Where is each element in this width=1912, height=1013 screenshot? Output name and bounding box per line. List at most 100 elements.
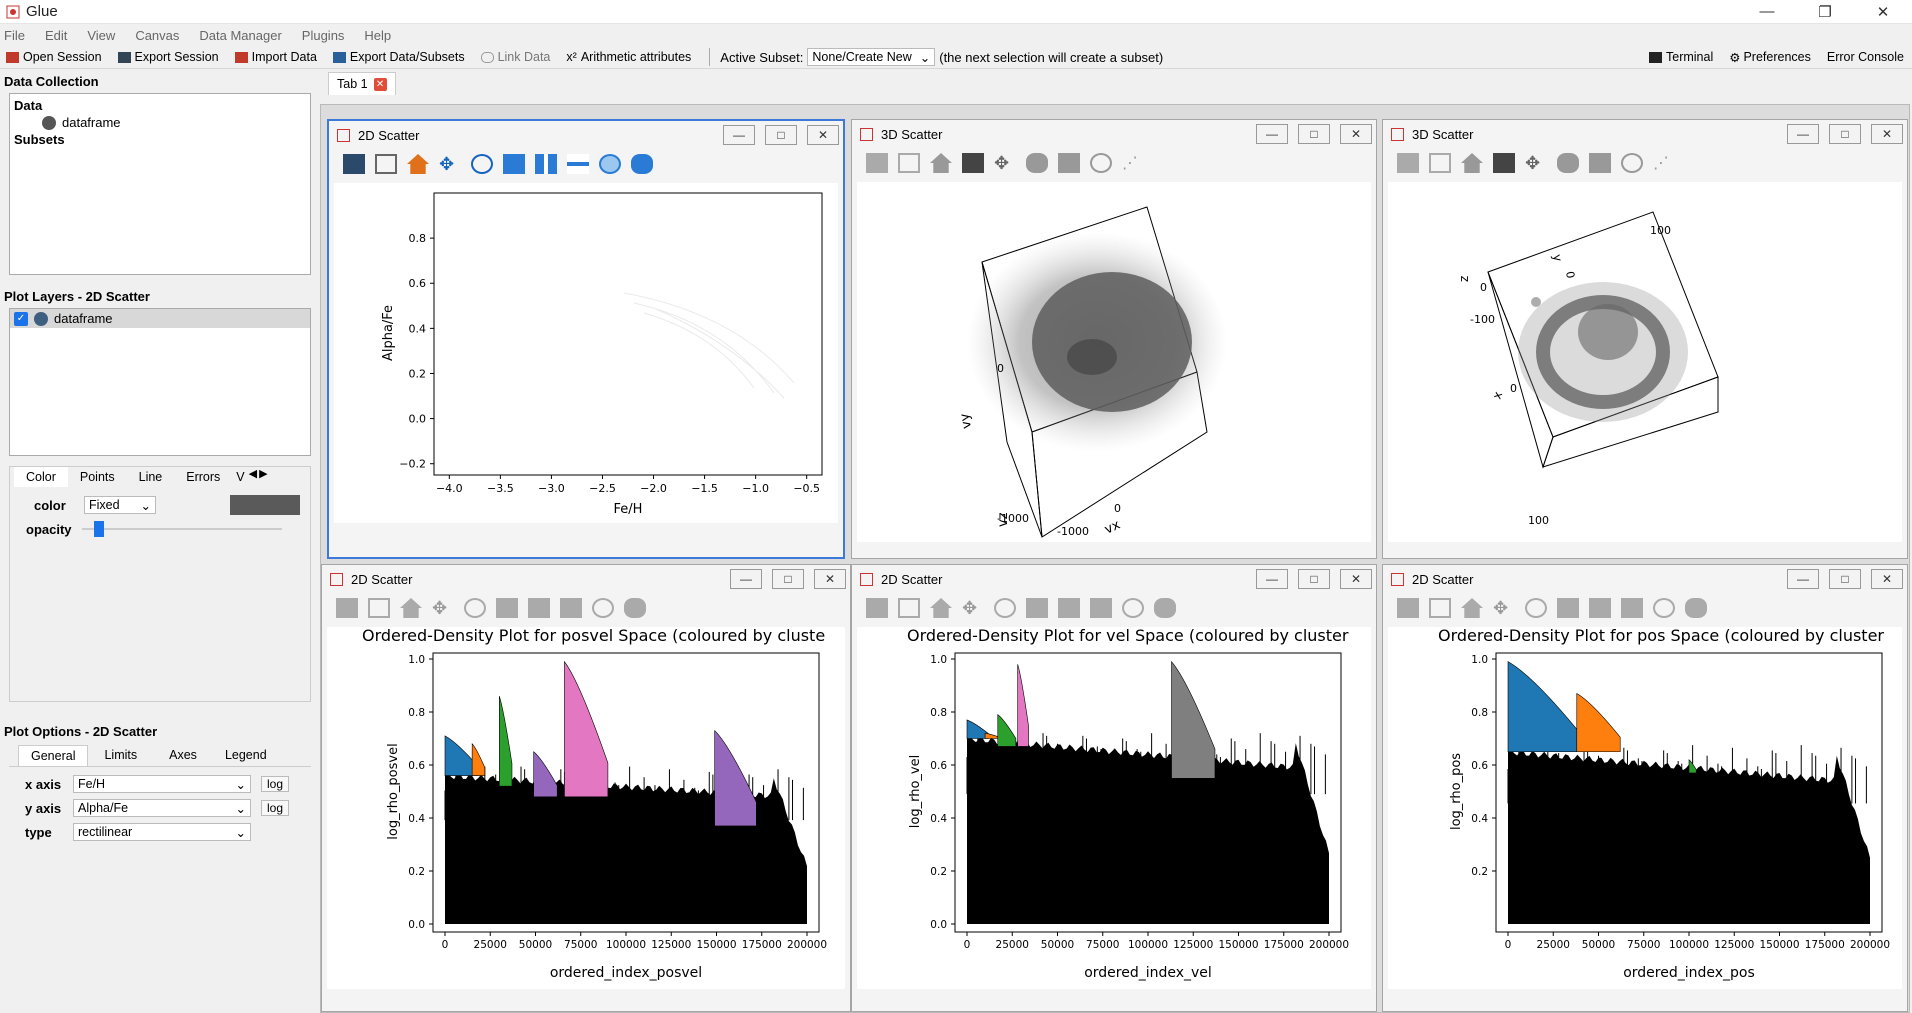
zoom-icon[interactable]	[471, 154, 493, 174]
rect-select-icon[interactable]	[1589, 153, 1611, 173]
home-icon[interactable]	[407, 154, 429, 174]
minimize-button[interactable]: —	[1787, 569, 1819, 589]
home-icon[interactable]	[1461, 153, 1483, 173]
xrange-select-icon[interactable]	[528, 598, 550, 618]
minimize-button[interactable]: —	[1738, 3, 1796, 21]
camera-icon[interactable]	[1493, 153, 1515, 173]
opacity-slider-handle[interactable]	[94, 521, 104, 537]
rect-select-icon[interactable]	[503, 154, 525, 174]
save-icon[interactable]	[336, 598, 358, 618]
circle-select-icon[interactable]	[1122, 598, 1144, 618]
type-select[interactable]: rectilinear ⌄	[73, 823, 251, 841]
point-select-icon[interactable]: ⋰	[1122, 153, 1144, 173]
menu-canvas[interactable]: Canvas	[135, 28, 179, 43]
maximize-button[interactable]: □	[1298, 569, 1330, 589]
alpha-fe-vs-fe-h-plot[interactable]: −4.0 −3.5 −3.0 −2.5 −2.0 −1.5 −1.0 −0.5 −0.2 0.0 0…	[334, 183, 842, 523]
y-axis-select[interactable]: Alpha/Fe ⌄	[73, 799, 251, 817]
maximize-button[interactable]: □	[765, 125, 797, 145]
save-icon[interactable]	[866, 153, 888, 173]
preferences-button[interactable]: ⚙ Preferences	[1729, 50, 1811, 65]
close-button[interactable]: ✕	[1340, 124, 1372, 144]
layers-icon[interactable]	[1429, 153, 1451, 173]
color-swatch[interactable]	[230, 495, 300, 515]
lasso-select-icon[interactable]	[1685, 598, 1707, 618]
pan-icon[interactable]: ✥	[439, 154, 461, 174]
tab-line[interactable]: Line	[127, 467, 175, 487]
zoom-icon[interactable]	[464, 598, 486, 618]
circle-select-icon[interactable]	[592, 598, 614, 618]
menu-view[interactable]: View	[87, 28, 115, 43]
data-collection-tree[interactable]: Data dataframe Subsets	[9, 93, 311, 275]
close-button[interactable]: ✕	[814, 569, 846, 589]
lasso-select-icon[interactable]	[1557, 153, 1579, 173]
ordered-density-plot-1[interactable]: 0 25000 50000 75000 100000 125000 150000 175000…	[327, 626, 847, 989]
circle-select-icon[interactable]	[1621, 153, 1643, 173]
error-console-button[interactable]: Error Console	[1827, 50, 1904, 65]
save-icon[interactable]	[343, 154, 365, 174]
pan-icon[interactable]: ✥	[1493, 598, 1515, 618]
menu-data-manager[interactable]: Data Manager	[199, 28, 281, 43]
save-icon[interactable]	[1397, 598, 1419, 618]
close-button[interactable]: ✕	[1871, 124, 1903, 144]
minimize-button[interactable]: —	[1256, 569, 1288, 589]
xrange-select-icon[interactable]	[1589, 598, 1611, 618]
rect-select-icon[interactable]	[1058, 153, 1080, 173]
circle-select-icon[interactable]	[599, 154, 621, 174]
tab-legend[interactable]: Legend	[213, 745, 279, 766]
x-log-button[interactable]: log	[261, 776, 290, 792]
viewer-3d-scatter-pos[interactable]: 3D Scatter — □ ✕ ✥ ⋰ 100 y 0 z 0 -100 x …	[1382, 119, 1908, 559]
tab-general[interactable]: General	[18, 745, 89, 766]
xrange-select-icon[interactable]	[535, 154, 557, 174]
menu-plugins[interactable]: Plugins	[302, 28, 345, 43]
minimize-button[interactable]: —	[1256, 124, 1288, 144]
circle-select-icon[interactable]	[1090, 153, 1112, 173]
yrange-select-icon[interactable]	[560, 598, 582, 618]
menu-help[interactable]: Help	[364, 28, 391, 43]
3d-scatter-pos-plot[interactable]: 100 y 0 z 0 -100 x 0 100	[1388, 182, 1904, 542]
x-axis-select[interactable]: Fe/H ⌄	[73, 775, 251, 793]
terminal-button[interactable]: Terminal	[1649, 50, 1713, 65]
point-select-icon[interactable]: ⋰	[1653, 153, 1675, 173]
pan-icon[interactable]: ✥	[962, 598, 984, 618]
close-button[interactable]: ✕	[1854, 3, 1912, 21]
tab-errors[interactable]: Errors	[174, 467, 232, 487]
camera-icon[interactable]	[962, 153, 984, 173]
lasso-select-icon[interactable]	[631, 154, 653, 174]
minimize-button[interactable]: —	[1787, 124, 1819, 144]
plot-layers-list[interactable]: ✓ dataframe	[9, 308, 311, 456]
viewer-2d-scatter-1[interactable]: 2D Scatter — □ ✕ ✥ −4.0 −3.5 −3.0 −2.5 −2.0 −1.5…	[327, 119, 845, 559]
close-tab-icon[interactable]: ✕	[373, 77, 387, 91]
import-data-button[interactable]: Import Data	[234, 50, 317, 64]
zoom-icon[interactable]	[1525, 598, 1547, 618]
tab-1[interactable]: Tab 1 ✕	[328, 72, 396, 95]
layers-icon[interactable]	[368, 598, 390, 618]
menu-edit[interactable]: Edit	[45, 28, 67, 43]
opacity-slider[interactable]	[82, 521, 282, 537]
minimize-button[interactable]: —	[723, 125, 755, 145]
export-session-button[interactable]: Export Session	[117, 50, 219, 64]
rect-select-icon[interactable]	[1557, 598, 1579, 618]
minimize-button[interactable]: —	[730, 569, 762, 589]
ordered-density-plot-3[interactable]: 0 25000 50000 75000 100000 125000 150000 175000…	[1388, 626, 1904, 989]
yrange-select-icon[interactable]	[567, 154, 589, 174]
tab-points[interactable]: Points	[68, 467, 127, 487]
rect-select-icon[interactable]	[496, 598, 518, 618]
layer-item[interactable]: ✓ dataframe	[10, 309, 310, 328]
menu-file[interactable]: File	[4, 28, 25, 43]
yrange-select-icon[interactable]	[1090, 598, 1112, 618]
lasso-select-icon[interactable]	[624, 598, 646, 618]
viewer-2d-scatter-posvel[interactable]: 2D Scatter — □ ✕ ✥ 0 25000 50000 75000 100000 12…	[321, 564, 851, 1012]
home-icon[interactable]	[930, 153, 952, 173]
close-button[interactable]: ✕	[1340, 569, 1372, 589]
ordered-density-plot-2[interactable]: 0 25000 50000 75000 100000 125000 150000 175000…	[857, 626, 1373, 989]
home-icon[interactable]	[400, 598, 422, 618]
layers-icon[interactable]	[375, 154, 397, 174]
maximize-button[interactable]: □	[1298, 124, 1330, 144]
maximize-button[interactable]: □	[772, 569, 804, 589]
layers-icon[interactable]	[1429, 598, 1451, 618]
tab-limits[interactable]: Limits	[88, 745, 153, 766]
lasso-select-icon[interactable]	[1026, 153, 1048, 173]
dataset-item[interactable]: dataframe	[42, 115, 306, 130]
home-icon[interactable]	[1461, 598, 1483, 618]
viewer-2d-scatter-pos[interactable]: 2D Scatter — □ ✕ ✥ 0 25000 50000 75000 100000 12…	[1382, 564, 1908, 1012]
